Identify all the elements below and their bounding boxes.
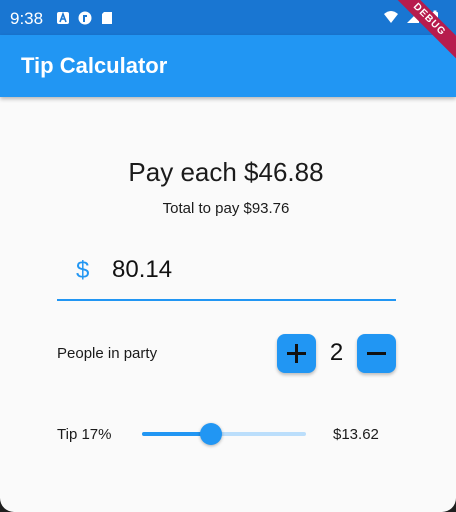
dollar-prefix: $: [76, 257, 90, 284]
bill-amount-field[interactable]: $: [57, 247, 396, 301]
tip-slider[interactable]: [142, 422, 306, 446]
tip-slider-thumb[interactable]: [200, 423, 222, 445]
status-time: 9:38: [10, 9, 44, 28]
app-screen: 9:38 Tip Calculator DEBUG Pay each $46.8…: [0, 0, 456, 512]
app-bar: Tip Calculator: [0, 35, 456, 97]
tip-percent-label: Tip 17%: [57, 426, 112, 443]
pay-each-text: Pay each $46.88: [128, 157, 324, 187]
increase-people-button[interactable]: [277, 334, 316, 373]
flutter-notification-icon: [78, 11, 92, 25]
people-in-party-label: People in party: [57, 345, 158, 362]
tip-amount: $13.62: [333, 426, 379, 443]
people-count: 2: [329, 339, 344, 366]
status-notification-icons: [56, 11, 114, 25]
wifi-icon: [384, 11, 398, 23]
decrease-people-button[interactable]: [357, 334, 396, 373]
a-notification-icon: [57, 11, 69, 24]
app-title: Tip Calculator: [21, 53, 168, 78]
sd-card-icon: [102, 12, 112, 24]
bill-amount-input[interactable]: [112, 254, 382, 286]
total-to-pay-text: Total to pay $93.76: [162, 200, 290, 217]
status-bar: 9:38: [0, 0, 456, 35]
